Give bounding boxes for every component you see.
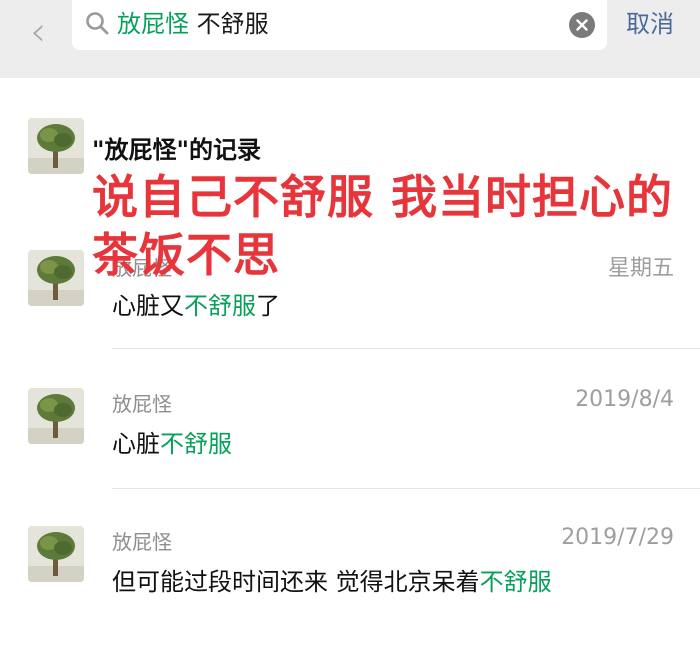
avatar xyxy=(28,250,84,306)
divider xyxy=(112,348,700,349)
sender-name: 放屁怪 xyxy=(112,530,172,554)
search-bar: ‹ 放屁怪 不舒服 取消 xyxy=(0,0,700,78)
search-input[interactable]: 放屁怪 不舒服 xyxy=(72,0,607,50)
chevron-left-icon[interactable]: ‹ xyxy=(18,8,58,56)
sender-name: 放屁怪 xyxy=(112,392,172,416)
message-text-after: 了 xyxy=(256,292,280,320)
avatar xyxy=(28,388,84,444)
page-title: "放屁怪"的记录 xyxy=(92,136,262,164)
message-text: 心脏不舒服 xyxy=(112,424,232,459)
avatar xyxy=(28,526,84,582)
message-text-highlight: 不舒服 xyxy=(184,292,256,320)
message-text-highlight: 不舒服 xyxy=(479,568,552,596)
cancel-button[interactable]: 取消 xyxy=(626,4,674,44)
list-item[interactable]: 放屁怪 2019/7/29 但可能过段时间还来 觉得北京呆着不舒服 xyxy=(0,514,700,654)
avatar xyxy=(28,118,84,174)
message-text: 但可能过段时间还来 觉得北京呆着不舒服 xyxy=(112,562,552,597)
message-date: 2019/7/29 xyxy=(561,525,674,550)
message-text: 心脏又不舒服了 xyxy=(112,286,280,321)
message-text-before: 心脏 xyxy=(112,430,160,458)
search-icon xyxy=(86,12,109,35)
search-query-highlight: 放屁怪 xyxy=(117,10,189,38)
message-text-before: 但可能过段时间还来 觉得北京呆着 xyxy=(112,568,480,596)
message-date: 2019/8/4 xyxy=(575,387,674,412)
clear-icon[interactable] xyxy=(569,12,595,38)
message-text-highlight: 不舒服 xyxy=(160,430,232,458)
divider xyxy=(112,488,700,489)
list-item[interactable]: 放屁怪 2019/8/4 心脏不舒服 xyxy=(0,376,700,516)
overlay-caption: 说自己不舒服 我当时担心的茶饭不思 xyxy=(92,170,674,282)
search-query-rest: 不舒服 xyxy=(189,10,269,38)
message-text-before: 心脏又 xyxy=(112,292,184,320)
search-query: 放屁怪 不舒服 xyxy=(117,4,269,44)
